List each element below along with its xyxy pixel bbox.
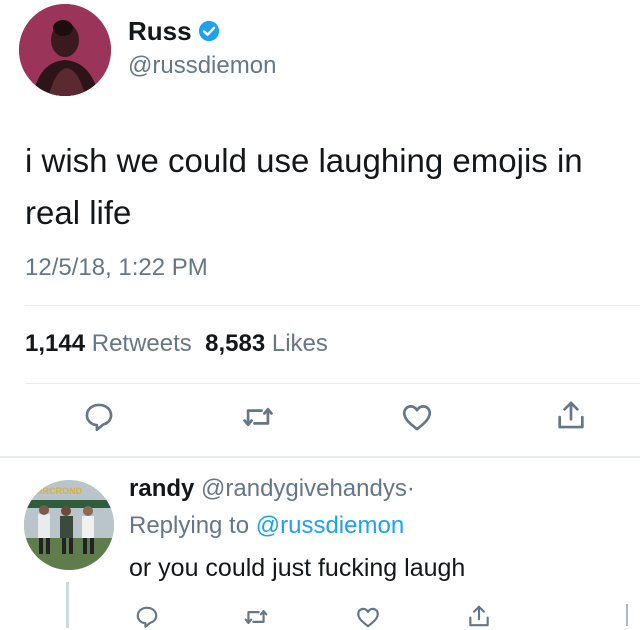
share-icon[interactable]	[554, 398, 588, 432]
reply-author-name[interactable]: randy	[129, 475, 194, 502]
author-name[interactable]: Russ	[128, 16, 192, 46]
reply-text: or you could just fucking laugh	[129, 554, 466, 582]
heart-icon[interactable]	[355, 604, 381, 630]
replying-to: Replying to @russdiemon	[129, 512, 404, 540]
like-stat[interactable]: 8,583 Likes	[205, 330, 328, 357]
reply-icon[interactable]	[82, 400, 116, 434]
reply-author-handle[interactable]: @randygivehandys	[201, 475, 407, 502]
reply-avatar-text: SURCROND	[30, 486, 83, 496]
retweet-count: 1,144	[25, 330, 86, 357]
divider	[25, 305, 640, 306]
heart-icon[interactable]	[400, 400, 434, 434]
retweet-icon[interactable]	[241, 400, 275, 434]
thread-line	[66, 582, 69, 628]
retweet-stat[interactable]: 1,144 Retweets	[25, 330, 192, 357]
author-handle[interactable]: @russdiemon	[128, 52, 276, 80]
divider	[0, 456, 640, 458]
reply-icon[interactable]	[134, 604, 160, 630]
analytics-icon[interactable]	[626, 604, 628, 626]
tweet-timestamp[interactable]: 12/5/18, 1:22 PM	[25, 254, 208, 282]
share-icon[interactable]	[466, 603, 492, 629]
reply-avatar[interactable]: SURCROND	[24, 480, 114, 570]
reply-header: randy @randygivehandys·	[129, 475, 415, 503]
replying-handle-link[interactable]: @russdiemon	[256, 512, 404, 539]
replying-prefix: Replying to	[129, 512, 250, 539]
like-label: Likes	[271, 330, 328, 357]
retweet-label: Retweets	[91, 330, 192, 357]
engagement-stats: 1,144 Retweets 8,583 Likes	[25, 330, 328, 358]
author-avatar[interactable]	[19, 4, 111, 96]
tweet-text: i wish we could use laughing emojis in r…	[25, 142, 583, 231]
verified-badge-icon	[198, 20, 220, 42]
like-count: 8,583	[205, 330, 266, 357]
retweet-icon[interactable]	[243, 604, 269, 630]
reply-separator: ·	[406, 475, 415, 502]
divider	[25, 383, 640, 384]
